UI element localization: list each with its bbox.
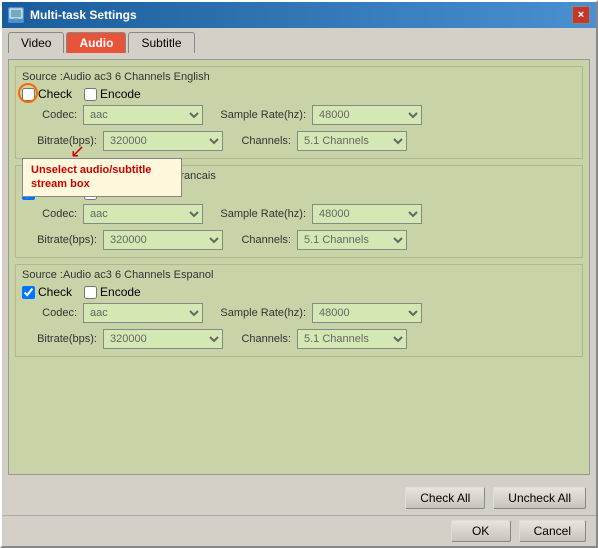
sample-label-3: Sample Rate(hz): (211, 307, 306, 319)
tooltip-text: Unselect audio/subtitle stream box (31, 164, 151, 190)
main-panel: Source :Audio ac3 6 Channels English Che… (8, 59, 590, 475)
stream-3-check[interactable] (22, 286, 35, 299)
stream-2-codec: Codec: aac (22, 204, 203, 224)
ok-button[interactable]: OK (451, 520, 511, 542)
main-window: Multi-task Settings × Video Audio Subtit… (0, 0, 598, 548)
check-label-text-3: Check (38, 285, 72, 299)
stream-3-encode[interactable] (84, 286, 97, 299)
stream-1-channels: Channels: 5.1 Channels (231, 131, 407, 151)
bitrate-label-2: Bitrate(bps): (22, 234, 97, 246)
sample-label-1: Sample Rate(hz): (211, 109, 306, 121)
stream-3-bitrate-row: Bitrate(bps): 320000 Channels: 5.1 Chann… (22, 329, 576, 352)
tooltip-box: Unselect audio/subtitle stream box (22, 158, 182, 197)
close-button[interactable]: × (572, 6, 590, 24)
sample-label-2: Sample Rate(hz): (211, 208, 306, 220)
stream-1-encode[interactable] (84, 88, 97, 101)
bitrate-label-1: Bitrate(bps): (22, 135, 97, 147)
stream-2-bitrate: Bitrate(bps): 320000 (22, 230, 223, 250)
app-icon (8, 7, 24, 23)
stream-1-sample: Sample Rate(hz): 48000 (211, 105, 422, 125)
content-area: Source :Audio ac3 6 Channels English Che… (2, 53, 596, 546)
stream-2-sample: Sample Rate(hz): 48000 (211, 204, 422, 224)
footer-bar: OK Cancel (2, 515, 596, 546)
stream-3-bitrate-select[interactable]: 320000 (103, 329, 223, 349)
stream-1-codec: Codec: aac (22, 105, 203, 125)
stream-2-codec-select[interactable]: aac (83, 204, 203, 224)
stream-2-codec-row: Codec: aac Sample Rate(hz): 48000 (22, 204, 576, 227)
stream-3-check-label[interactable]: Check (22, 285, 72, 299)
encode-label-text-3: Encode (100, 285, 141, 299)
uncheck-all-button[interactable]: Uncheck All (493, 487, 586, 509)
stream-3-bitrate: Bitrate(bps): 320000 (22, 329, 223, 349)
stream-block-3: Source :Audio ac3 6 Channels Espanol Che… (15, 264, 583, 357)
stream-3-sample: Sample Rate(hz): 48000 (211, 303, 422, 323)
stream-1-codec-select[interactable]: aac (83, 105, 203, 125)
title-bar: Multi-task Settings × (2, 2, 596, 28)
window-title: Multi-task Settings (30, 8, 137, 22)
stream-2-bitrate-select[interactable]: 320000 (103, 230, 223, 250)
stream-3-channels: Channels: 5.1 Channels (231, 329, 407, 349)
tab-subtitle[interactable]: Subtitle (128, 32, 194, 53)
content: Source :Audio ac3 6 Channels English Che… (2, 53, 596, 481)
stream-3-codec: Codec: aac (22, 303, 203, 323)
title-bar-left: Multi-task Settings (8, 7, 137, 23)
channels-label-2: Channels: (231, 234, 291, 246)
stream-3-source: Source :Audio ac3 6 Channels Espanol (22, 269, 576, 281)
stream-1-bitrate-row: Bitrate(bps): 320000 Channels: 5.1 Chann… (22, 131, 576, 154)
codec-label-2: Codec: (22, 208, 77, 220)
stream-1-bitrate-select[interactable]: 320000 (103, 131, 223, 151)
check-label-text-1: Check (38, 87, 72, 101)
stream-1-controls: Check Encode (22, 87, 576, 101)
stream-1-bitrate: Bitrate(bps): 320000 (22, 131, 223, 151)
stream-3-encode-label[interactable]: Encode (84, 285, 141, 299)
tab-bar: Video Audio Subtitle (2, 28, 596, 53)
tooltip-arrow: ↙ (70, 141, 85, 162)
stream-2-sample-select[interactable]: 48000 (312, 204, 422, 224)
stream-1-codec-row: Codec: aac Sample Rate(hz): 48000 (22, 105, 576, 128)
stream-3-channels-select[interactable]: 5.1 Channels (297, 329, 407, 349)
codec-label-3: Codec: (22, 307, 77, 319)
check-all-button[interactable]: Check All (405, 487, 485, 509)
stream-2-channels: Channels: 5.1 Channels (231, 230, 407, 250)
stream-1-sample-select[interactable]: 48000 (312, 105, 422, 125)
stream-3-codec-select[interactable]: aac (83, 303, 203, 323)
tab-video[interactable]: Video (8, 32, 64, 53)
channels-label-1: Channels: (231, 135, 291, 147)
stream-3-sample-select[interactable]: 48000 (312, 303, 422, 323)
stream-2-channels-select[interactable]: 5.1 Channels (297, 230, 407, 250)
stream-block-1: Source :Audio ac3 6 Channels English Che… (15, 66, 583, 159)
stream-1-source: Source :Audio ac3 6 Channels English (22, 71, 576, 83)
stream-1-check[interactable] (22, 88, 35, 101)
stream-2-bitrate-row: Bitrate(bps): 320000 Channels: 5.1 Chann… (22, 230, 576, 253)
stream-3-controls: Check Encode (22, 285, 576, 299)
bottom-bar: Check All Uncheck All (2, 481, 596, 515)
cancel-button[interactable]: Cancel (519, 520, 586, 542)
tab-audio[interactable]: Audio (66, 32, 126, 53)
stream-1-encode-label[interactable]: Encode (84, 87, 141, 101)
channels-label-3: Channels: (231, 333, 291, 345)
stream-1-channels-select[interactable]: 5.1 Channels (297, 131, 407, 151)
encode-label-text-1: Encode (100, 87, 141, 101)
stream-3-codec-row: Codec: aac Sample Rate(hz): 48000 (22, 303, 576, 326)
codec-label-1: Codec: (22, 109, 77, 121)
bitrate-label-3: Bitrate(bps): (22, 333, 97, 345)
stream-1-check-label[interactable]: Check (22, 87, 72, 101)
